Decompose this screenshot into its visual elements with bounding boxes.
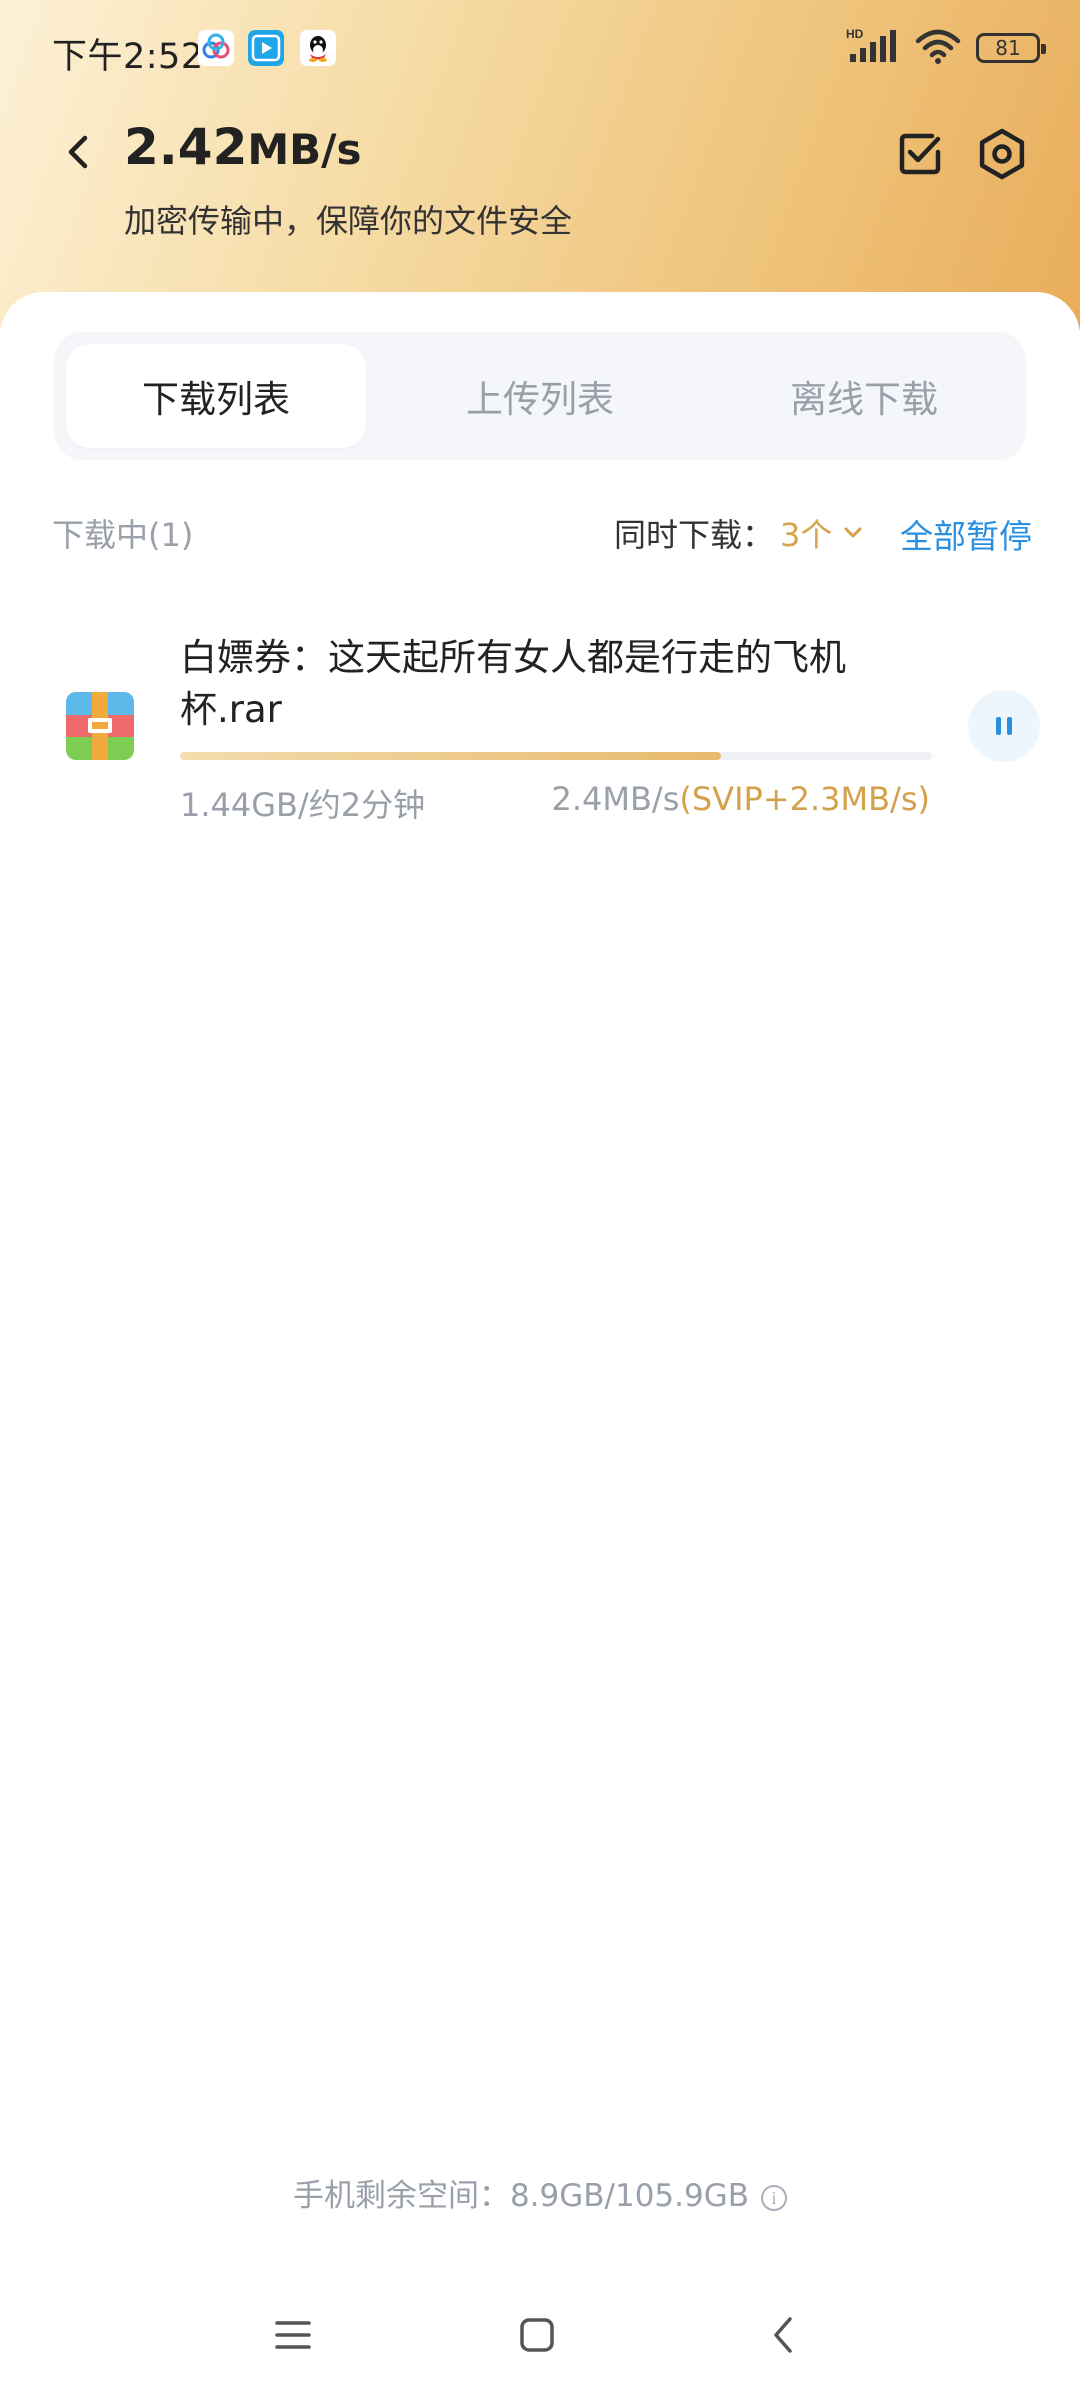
tab-download-list[interactable]: 下载列表 <box>66 344 366 448</box>
concurrent-label: 同时下载： <box>614 516 775 554</box>
speed-unit: MB/s <box>247 125 362 174</box>
battery-indicator: 81 <box>976 33 1046 63</box>
chevron-down-icon <box>844 527 862 538</box>
status-bar: 下午2:52 HD 81 <box>0 0 1080 96</box>
pause-download-button[interactable] <box>968 690 1040 762</box>
signal-icon: HD <box>844 26 900 70</box>
tab-upload-list[interactable]: 上传列表 <box>390 344 690 448</box>
transfer-tabs: 下载列表 上传列表 离线下载 <box>54 332 1026 460</box>
base-speed: 2.4MB/s <box>551 780 680 818</box>
network-label: HD <box>846 27 864 41</box>
menu-icon <box>275 2321 311 2349</box>
downloading-count: 下载中(1) <box>52 516 194 554</box>
chevron-left-icon <box>68 135 88 169</box>
status-time: 下午2:52 <box>52 37 204 77</box>
download-progress-bar <box>180 752 932 760</box>
archive-file-icon <box>66 692 134 760</box>
netdisk-notification-icon <box>198 30 234 66</box>
pause-all-button[interactable]: 全部暂停 <box>900 510 1032 558</box>
home-icon <box>520 2318 554 2352</box>
screen: 下午2:52 HD 81 2.42MB/s 加密传输中，保障你的文件安全 下载列… <box>0 0 1080 2400</box>
file-speed: 2.4MB/s(SVIP+2.3MB/s) <box>551 780 930 818</box>
file-size-eta: 1.44GB/约2分钟 <box>180 786 426 824</box>
tab-offline-download[interactable]: 离线下载 <box>714 344 1014 448</box>
back-button[interactable] <box>52 126 104 178</box>
svip-speed-bonus: (SVIP+2.3MB/s) <box>679 780 930 818</box>
speed-value: 2.42 <box>124 118 248 176</box>
video-app-notification-icon <box>248 30 284 66</box>
settings-button[interactable] <box>974 126 1030 182</box>
wifi-icon <box>914 27 962 69</box>
checkbox-icon <box>899 133 941 175</box>
menu-nav-button[interactable] <box>268 2310 318 2360</box>
phone-storage-info: 手机剩余空间：8.9GB/105.9GB i <box>0 2170 1080 2215</box>
pause-icon <box>996 717 1012 735</box>
security-subtitle: 加密传输中，保障你的文件安全 <box>124 202 573 240</box>
transfer-speed-title: 2.42MB/s <box>124 118 362 176</box>
gear-icon <box>979 128 1025 180</box>
back-nav-button[interactable] <box>760 2310 810 2360</box>
concurrent-value: 3个 <box>780 516 833 554</box>
concurrent-downloads-selector[interactable]: 同时下载： 3个 <box>614 510 866 556</box>
file-name: 白嫖券：这天起所有女人都是行走的飞机杯.rar <box>180 636 846 731</box>
info-icon[interactable]: i <box>761 2184 788 2211</box>
download-progress-fill <box>180 752 722 760</box>
content-sheet <box>0 292 1080 2400</box>
system-navigation-bar <box>0 2300 1080 2370</box>
storage-text: 手机剩余空间：8.9GB/105.9GB <box>292 2178 750 2214</box>
home-nav-button[interactable] <box>512 2310 562 2360</box>
batch-select-button[interactable] <box>892 126 948 182</box>
back-arrow-icon <box>774 2317 792 2353</box>
qq-notification-icon <box>300 30 336 66</box>
battery-level: 81 <box>995 36 1021 60</box>
status-icons: HD 81 <box>844 26 1046 70</box>
